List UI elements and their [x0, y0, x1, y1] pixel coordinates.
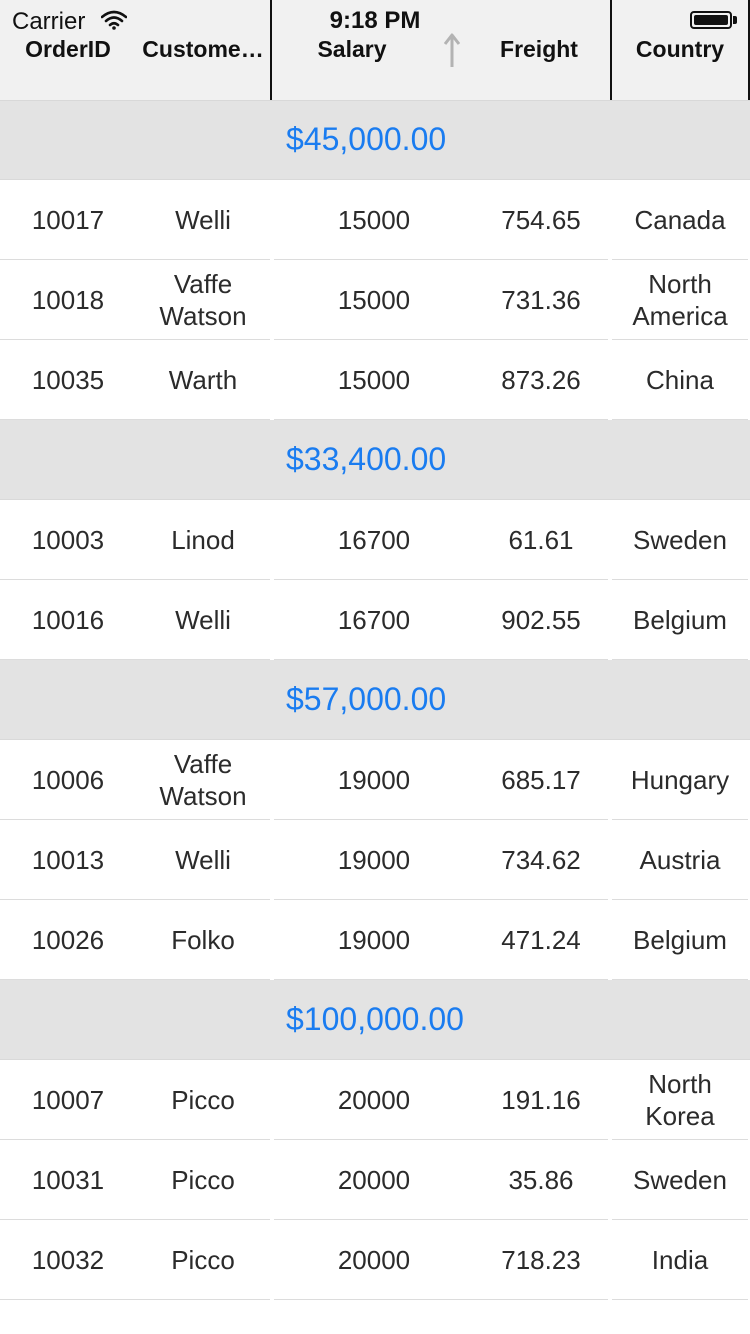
cell-salary[interactable]: 20000 [274, 1140, 474, 1220]
cell-freight[interactable]: 61.61 [474, 500, 608, 580]
cell-country[interactable]: Sweden [612, 1140, 748, 1220]
cell-orderid[interactable]: 10016 [0, 580, 136, 660]
cell-customer[interactable]: Picco [136, 1060, 270, 1140]
cell-country[interactable]: Canada [612, 180, 748, 260]
cell-salary[interactable]: 16700 [274, 580, 474, 660]
group-caption: $57,000.00 [286, 681, 447, 717]
cell-salary[interactable]: 16700 [274, 500, 474, 580]
table-row[interactable]: 10016 Welli 16700 902.55 Belgium [0, 580, 750, 660]
table-row[interactable]: 10032 Picco 20000 718.23 India [0, 1220, 750, 1300]
status-bar: Carrier 9:18 PM [0, 0, 750, 40]
cell-freight[interactable]: 873.26 [474, 340, 608, 420]
cell-salary[interactable]: 15000 [274, 260, 474, 340]
cell-freight[interactable]: 731.36 [474, 260, 608, 340]
cell-orderid[interactable]: 10018 [0, 260, 136, 340]
data-grid[interactable]: $45,000.00 10017 Welli 15000 754.65 Canada 100… [0, 100, 750, 1300]
cell-customer[interactable]: Welli [136, 180, 270, 260]
cell-orderid[interactable]: 10035 [0, 340, 136, 420]
cell-country[interactable]: Sweden [612, 500, 748, 580]
table-row[interactable]: 10017 Welli 15000 754.65 Canada [0, 180, 750, 260]
cell-salary[interactable]: 15000 [274, 340, 474, 420]
cell-country[interactable]: Austria [612, 820, 748, 900]
cell-salary[interactable]: 15000 [274, 180, 474, 260]
cell-customer[interactable]: Welli [136, 820, 270, 900]
cell-freight[interactable]: 35.86 [474, 1140, 608, 1220]
cell-orderid[interactable]: 10013 [0, 820, 136, 900]
cell-orderid[interactable]: 10026 [0, 900, 136, 980]
cell-freight[interactable]: 902.55 [474, 580, 608, 660]
cell-customer[interactable]: Welli [136, 580, 270, 660]
cell-salary[interactable]: 19000 [274, 740, 474, 820]
group-row[interactable]: $100,000.00 [0, 980, 750, 1060]
header-country-label: Country [635, 36, 725, 62]
cell-customer[interactable]: Vaffe Watson [136, 740, 270, 820]
cell-freight[interactable]: 754.65 [474, 180, 608, 260]
table-row[interactable]: 10031 Picco 20000 35.86 Sweden [0, 1140, 750, 1220]
cell-orderid[interactable]: 10006 [0, 740, 136, 820]
cell-customer[interactable]: Linod [136, 500, 270, 580]
cell-salary[interactable]: 20000 [274, 1060, 474, 1140]
table-row[interactable]: 10035 Warth 15000 873.26 China [0, 340, 750, 420]
cell-freight[interactable]: 718.23 [474, 1220, 608, 1300]
cell-customer[interactable]: Vaffe Watson [136, 260, 270, 340]
group-row[interactable]: $33,400.00 [0, 420, 750, 500]
cell-freight[interactable]: 471.24 [474, 900, 608, 980]
table-row[interactable]: 10018 Vaffe Watson 15000 731.36 North Americ… [0, 260, 750, 340]
cell-freight[interactable]: 191.16 [474, 1060, 608, 1140]
group-caption: $45,000.00 [286, 121, 447, 157]
cell-country[interactable]: North Korea [612, 1060, 748, 1140]
cell-orderid[interactable]: 10017 [0, 180, 136, 260]
table-row[interactable]: 10007 Picco 20000 191.16 North Korea [0, 1060, 750, 1140]
cell-freight[interactable]: 734.62 [474, 820, 608, 900]
status-time: 9:18 PM [329, 7, 421, 34]
table-row[interactable]: 10003 Linod 16700 61.61 Sweden [0, 500, 750, 580]
group-row[interactable]: $45,000.00 [0, 100, 750, 180]
table-row[interactable]: 10013 Welli 19000 734.62 Austria [0, 820, 750, 900]
cell-freight[interactable]: 685.17 [474, 740, 608, 820]
cell-customer[interactable]: Warth [136, 340, 270, 420]
group-caption: $33,400.00 [286, 441, 447, 477]
cell-country[interactable]: Belgium [612, 900, 748, 980]
cell-salary[interactable]: 20000 [274, 1220, 474, 1300]
header-salary-label: Salary [317, 36, 387, 62]
header-customer-label: Custome… [142, 36, 264, 62]
cell-country[interactable]: North America [612, 260, 748, 340]
header-freight-label: Freight [500, 36, 578, 62]
cell-customer[interactable]: Folko [136, 900, 270, 980]
table-row[interactable]: 10026 Folko 19000 471.24 Belgium [0, 900, 750, 980]
cell-country[interactable]: India [612, 1220, 748, 1300]
table-row[interactable]: 10006 Vaffe Watson 19000 685.17 Hungary [0, 740, 750, 820]
cell-orderid[interactable]: 10031 [0, 1140, 136, 1220]
cell-orderid[interactable]: 10003 [0, 500, 136, 580]
cell-country[interactable]: China [612, 340, 748, 420]
cell-orderid[interactable]: 10007 [0, 1060, 136, 1140]
cell-salary[interactable]: 19000 [274, 900, 474, 980]
cell-country[interactable]: Hungary [612, 740, 748, 820]
cell-customer[interactable]: Picco [136, 1220, 270, 1300]
cell-salary[interactable]: 19000 [274, 820, 474, 900]
cell-country[interactable]: Belgium [612, 580, 748, 660]
group-caption: $100,000.00 [286, 1001, 464, 1037]
cell-customer[interactable]: Picco [136, 1140, 270, 1220]
header-orderid-label: OrderID [25, 36, 111, 62]
battery-icon [690, 11, 738, 29]
group-row[interactable]: $57,000.00 [0, 660, 750, 740]
cell-orderid[interactable]: 10032 [0, 1220, 136, 1300]
